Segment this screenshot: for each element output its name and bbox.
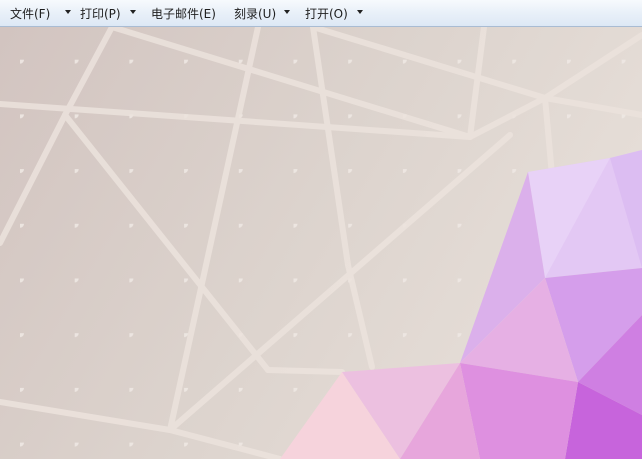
menu-open[interactable]: 打开(O) [301, 0, 367, 26]
menu-file-label: 文件(F) [10, 6, 51, 21]
menu-email[interactable]: 电子邮件(E) [147, 0, 223, 26]
menu-print[interactable]: 打印(P) [76, 0, 142, 26]
wallpaper-image [0, 27, 642, 459]
menu-file[interactable]: 文件(F) [6, 0, 73, 26]
menu-toolbar: 文件(F) 打印(P) 电子邮件(E) 刻录(U) 打开(O) [0, 0, 642, 27]
photo-viewer-window: 文件(F) 打印(P) 电子邮件(E) 刻录(U) 打开(O) [0, 0, 642, 459]
menu-email-label: 电子邮件(E) [151, 6, 216, 21]
chevron-down-icon [130, 10, 136, 14]
chevron-down-icon [357, 10, 363, 14]
menu-open-label: 打开(O) [305, 6, 348, 21]
menu-burn-label: 刻录(U) [234, 6, 277, 21]
chevron-down-icon [65, 10, 71, 14]
chevron-down-icon [284, 10, 290, 14]
menu-print-label: 打印(P) [80, 6, 121, 21]
menu-burn[interactable]: 刻录(U) [230, 0, 296, 26]
